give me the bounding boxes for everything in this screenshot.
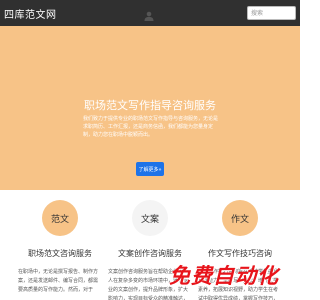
feature-badge: 范文 xyxy=(42,200,78,236)
feature-badge: 作文 xyxy=(222,200,258,236)
user-icon[interactable] xyxy=(143,7,155,21)
hero-banner: 职场范文写作指导咨询服务 我们致力于提供专业的职场范文写作指导与咨询服务，无论是… xyxy=(0,26,300,190)
feature-description: 在职场中，无论是撰写报告、制作方案，还是发送邮件、编写合同，都需要高质量的写作能… xyxy=(18,269,99,293)
search-input[interactable] xyxy=(247,6,296,20)
learn-more-button[interactable]: 了解更多» xyxy=(136,162,164,176)
feature-card-fanwen: 范文 职场范文咨询服务 在职场中，无论是撰写报告、制作方案，还是发送邮件、编写合… xyxy=(15,200,105,295)
top-navbar: 四库范文网 xyxy=(0,0,300,26)
feature-badge-label: 作文 xyxy=(230,214,249,225)
feature-title[interactable]: 职场范文咨询服务 xyxy=(15,248,105,259)
watermark-logo: 免费自动化 xyxy=(169,264,279,288)
hero-description: 我们致力于提供专业的职场范文写作指导与咨询服务，无论是求职简历、工作汇报，还是商… xyxy=(83,116,219,138)
feature-badge-label: 文案 xyxy=(140,214,159,225)
site-brand[interactable]: 四库范文网 xyxy=(4,6,57,21)
feature-badge: 文案 xyxy=(132,200,168,236)
hero-title: 职场范文写作指导咨询服务 xyxy=(84,99,216,112)
feature-badge-label: 范文 xyxy=(50,214,69,225)
